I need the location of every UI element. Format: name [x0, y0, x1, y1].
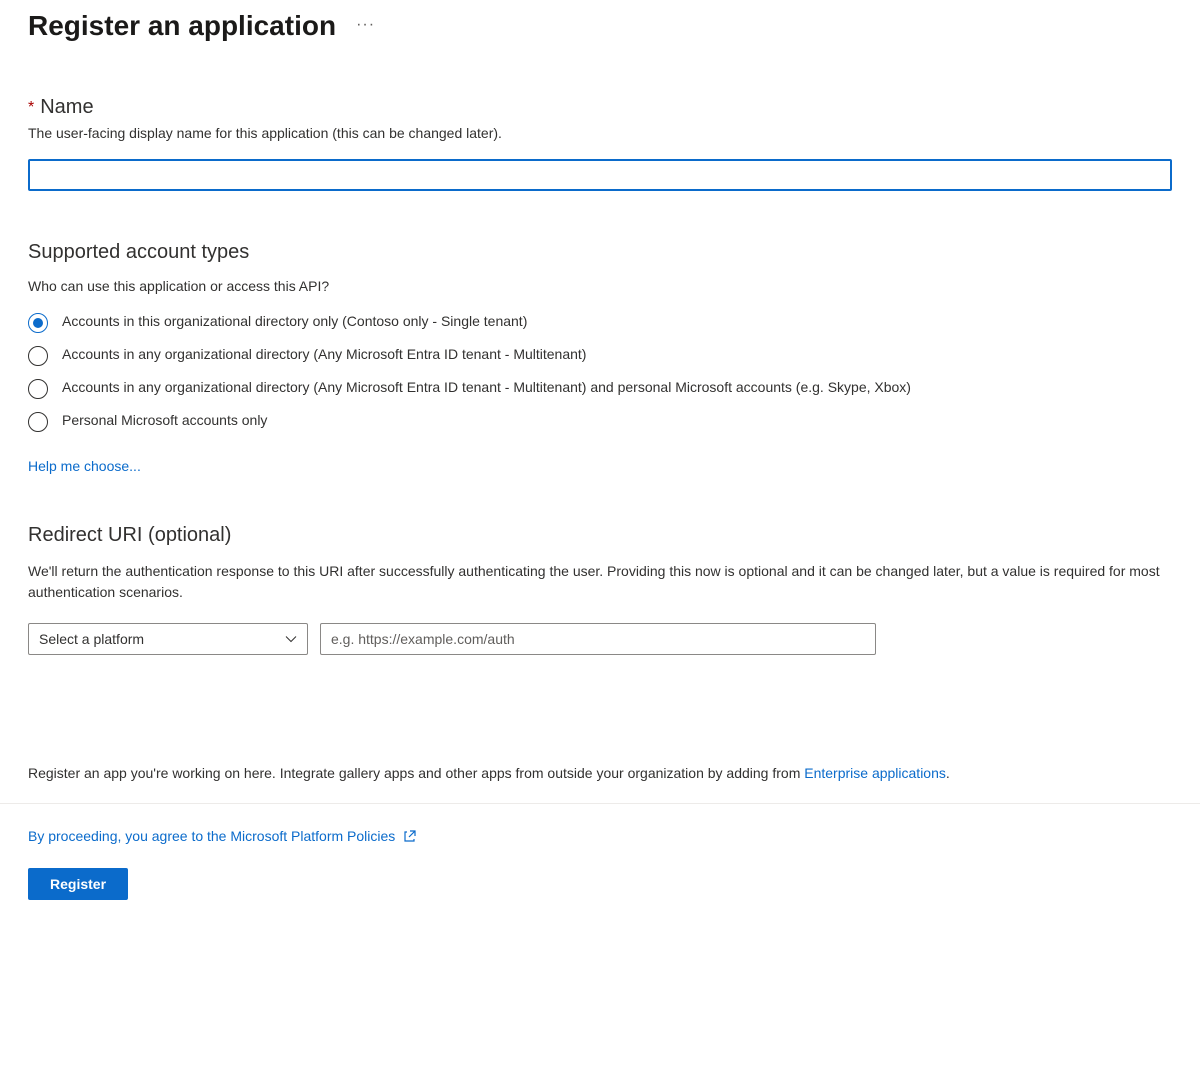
name-field-help: The user-facing display name for this ap…: [28, 125, 1172, 141]
radio-icon: [28, 346, 48, 366]
footer-note: Register an app you're working on here. …: [28, 765, 1172, 781]
required-star-icon: *: [28, 99, 34, 117]
enterprise-applications-link[interactable]: Enterprise applications: [804, 765, 946, 781]
account-type-option-single-tenant[interactable]: Accounts in this organizational director…: [28, 312, 1172, 333]
divider: [0, 803, 1200, 804]
radio-label: Accounts in this organizational director…: [62, 312, 527, 332]
register-button[interactable]: Register: [28, 868, 128, 900]
radio-label: Accounts in any organizational directory…: [62, 378, 911, 398]
name-input[interactable]: [28, 159, 1172, 191]
account-type-option-multitenant[interactable]: Accounts in any organizational directory…: [28, 345, 1172, 366]
radio-icon: [28, 412, 48, 432]
chevron-down-icon: [285, 633, 297, 645]
platform-select-value: Select a platform: [39, 631, 144, 647]
platform-policies-link[interactable]: By proceeding, you agree to the Microsof…: [28, 828, 395, 844]
redirect-uri-heading: Redirect URI (optional): [28, 524, 1172, 547]
account-types-question: Who can use this application or access t…: [28, 278, 1172, 294]
more-actions-icon[interactable]: ···: [356, 16, 375, 40]
page-title: Register an application: [28, 10, 336, 42]
footer-note-suffix: .: [946, 765, 950, 781]
name-label-row: * Name: [28, 96, 1172, 119]
radio-icon: [28, 313, 48, 333]
radio-icon: [28, 379, 48, 399]
account-type-option-multitenant-personal[interactable]: Accounts in any organizational directory…: [28, 378, 1172, 399]
account-type-option-personal-only[interactable]: Personal Microsoft accounts only: [28, 411, 1172, 432]
help-me-choose-link[interactable]: Help me choose...: [28, 458, 141, 474]
redirect-uri-input[interactable]: [320, 623, 876, 655]
external-link-icon: [403, 829, 417, 843]
platform-select[interactable]: Select a platform: [28, 623, 308, 655]
footer-note-prefix: Register an app you're working on here. …: [28, 765, 804, 781]
radio-label: Personal Microsoft accounts only: [62, 411, 267, 431]
name-field-label: Name: [40, 96, 93, 119]
redirect-uri-description: We'll return the authentication response…: [28, 561, 1168, 603]
radio-label: Accounts in any organizational directory…: [62, 345, 586, 365]
account-types-heading: Supported account types: [28, 241, 1172, 264]
